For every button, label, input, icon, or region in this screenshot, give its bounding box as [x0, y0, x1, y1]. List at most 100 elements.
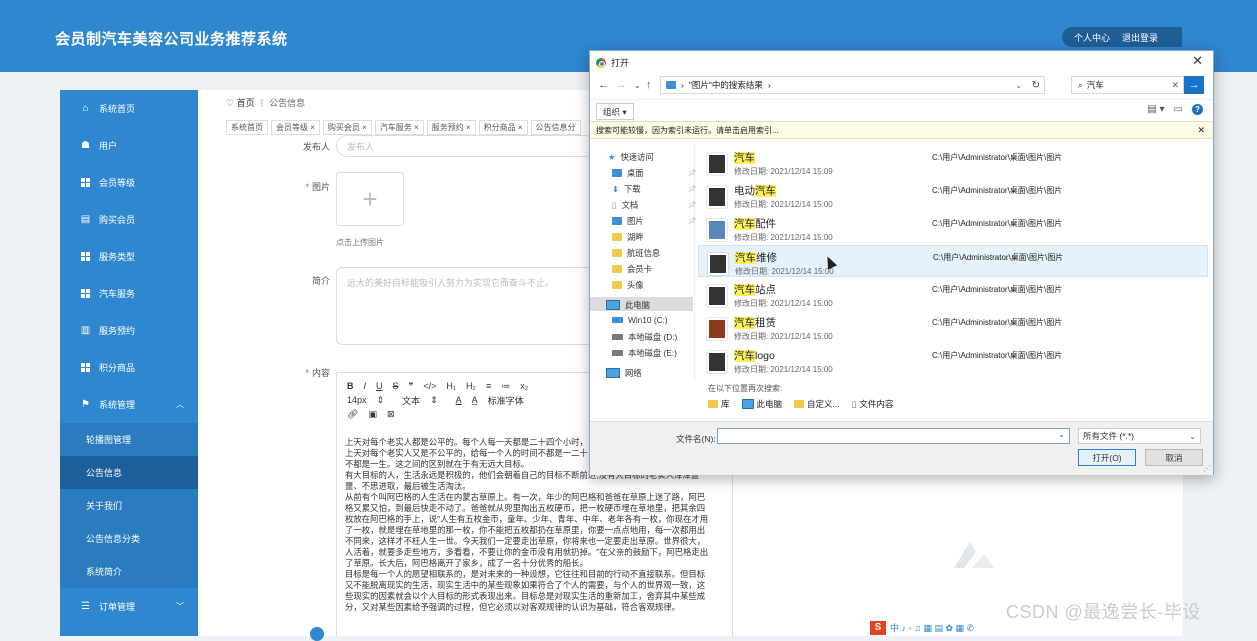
- sidebar-sub-notice[interactable]: 公告信息: [60, 456, 198, 489]
- list-item[interactable]: 汽车logo 修改日期: 2021/12/14 15:00 C:\用户\Admi…: [698, 344, 1208, 376]
- sidebar-item-car-service[interactable]: 汽车服务: [60, 275, 198, 312]
- tree-network[interactable]: 网络: [606, 367, 642, 379]
- font-family-select[interactable]: 标准字体: [488, 394, 524, 407]
- preview-pane-icon[interactable]: ▭: [1174, 104, 1183, 115]
- sidebar-item-service-type[interactable]: 服务类型: [60, 238, 198, 275]
- text-style-select[interactable]: 文本: [402, 394, 420, 407]
- tree-downloads[interactable]: ⬇ 下载 📌︎: [612, 183, 697, 195]
- font-size-select[interactable]: 14px: [347, 395, 367, 405]
- view-options-icon[interactable]: ▤ ▾: [1147, 104, 1164, 115]
- tree-pictures[interactable]: 图片 📌︎: [612, 215, 697, 227]
- list-item[interactable]: 汽车维修 修改日期: 2021/12/14 15:00 C:\用户\Admini…: [698, 245, 1208, 277]
- list-item[interactable]: 汽车站点 修改日期: 2021/12/14 15:00 C:\用户\Admini…: [698, 278, 1208, 310]
- filetype-select[interactable]: 所有文件 (*.*) ⌄: [1078, 428, 1201, 444]
- search-custom-link[interactable]: 自定义...: [794, 398, 840, 410]
- sidebar-item-points-goods[interactable]: 积分商品: [60, 349, 198, 386]
- filename-input[interactable]: ⌄: [717, 428, 1070, 444]
- grid-icon: [80, 177, 91, 188]
- help-icon[interactable]: ?: [1192, 104, 1203, 115]
- sidebar-sub-intro[interactable]: 系统简介: [60, 555, 198, 588]
- search-content-link[interactable]: ▯ 文件内容: [852, 398, 894, 410]
- bg-color-button[interactable]: A̲: [472, 395, 478, 405]
- sidebar-sub-notice-category[interactable]: 公告信息分类: [60, 522, 198, 555]
- cancel-button[interactable]: 取消: [1145, 449, 1203, 466]
- tree-desktop[interactable]: 桌面 📌︎: [612, 167, 697, 179]
- sidebar-item-home[interactable]: ⌂ 系统首页: [60, 90, 198, 127]
- chevron-down-icon[interactable]: ⌄: [1058, 430, 1065, 439]
- back-arrow-icon[interactable]: ←: [598, 79, 609, 91]
- tree-drive-c[interactable]: Win10 (C:): [612, 315, 668, 325]
- tree-this-pc[interactable]: 此电脑: [606, 299, 650, 311]
- h2-button[interactable]: H₂: [466, 381, 476, 391]
- image-icon[interactable]: ▣: [368, 409, 377, 420]
- tag-car-service[interactable]: 汽车服务 ×: [374, 120, 424, 135]
- sidebar-item-buy-member[interactable]: ▤ 购买会员: [60, 201, 198, 238]
- recent-dropdown-icon[interactable]: ⌄: [634, 81, 641, 90]
- tree-folder-2[interactable]: 航班信息: [612, 247, 660, 259]
- scroll-indicator[interactable]: [310, 627, 324, 641]
- sidebar-item-user[interactable]: ☗ 用户: [60, 127, 198, 164]
- tree-folder-3[interactable]: 会员卡: [612, 263, 652, 275]
- ordered-list-button[interactable]: ≡: [486, 381, 491, 391]
- tree-folder-4[interactable]: 头像: [612, 279, 644, 291]
- tag-member-level[interactable]: 会员等级 ×: [271, 120, 320, 135]
- address-dropdown-icon[interactable]: ⌄: [1015, 81, 1022, 90]
- forward-arrow-icon[interactable]: →: [616, 79, 627, 91]
- resize-grip-icon[interactable]: ⋰: [1203, 464, 1211, 473]
- search-input[interactable]: ⌕ 汽车 ✕: [1071, 76, 1184, 94]
- tree-drive-e[interactable]: 本地磁盘 (E:): [612, 347, 677, 359]
- tree-quick-access[interactable]: ★ 快速访问: [608, 151, 654, 163]
- code-button[interactable]: </>: [423, 381, 436, 391]
- list-item[interactable]: 汽车租赁 修改日期: 2021/12/14 15:00 C:\用户\Admini…: [698, 311, 1208, 343]
- file-path: C:\用户\Administrator\桌面\图片\图片: [932, 219, 1063, 228]
- tag-buy-member[interactable]: 购买会员 ×: [322, 120, 372, 135]
- italic-button[interactable]: I: [364, 381, 367, 391]
- open-button[interactable]: 打开(O): [1078, 449, 1136, 466]
- search-go-button[interactable]: →: [1184, 76, 1204, 94]
- tree-documents[interactable]: ▯ 文档 📌︎: [612, 199, 697, 211]
- clean-format-icon[interactable]: ⊠: [387, 409, 395, 420]
- quote-button[interactable]: ❞: [409, 381, 414, 392]
- underline-button[interactable]: U: [376, 381, 383, 391]
- address-bar[interactable]: › "图片"中的搜索结果 › ⌄ ↻: [660, 76, 1045, 94]
- sidebar-sub-about[interactable]: 关于我们: [60, 489, 198, 522]
- h1-button[interactable]: H₁: [446, 381, 456, 391]
- close-icon[interactable]: ✕: [1192, 53, 1203, 69]
- tree-drive-d[interactable]: 本地磁盘 (D:): [612, 331, 677, 343]
- subscript-button[interactable]: x₂: [520, 381, 528, 391]
- intro-textarea[interactable]: 远大的美好目标能吸引人努力为实现它而奋斗不止。: [336, 267, 596, 345]
- tag-points-goods[interactable]: 积分商品 ×: [478, 120, 528, 135]
- list-item[interactable]: 汽车配件 修改日期: 2021/12/14 15:00 C:\用户\Admini…: [698, 212, 1208, 244]
- organize-button[interactable]: 组织 ▾: [596, 103, 634, 120]
- link-icon[interactable]: 🔗︎: [347, 409, 358, 420]
- tag-home[interactable]: 系统首页: [226, 120, 268, 135]
- breadcrumb-home[interactable]: ♡ 首页: [226, 96, 255, 109]
- sidebar-item-member-level[interactable]: 会员等级: [60, 164, 198, 201]
- tree-folder-1[interactable]: 湖畔: [612, 231, 644, 243]
- sidebar-sub-carousel[interactable]: 轮播图管理: [60, 423, 198, 456]
- sidebar-item-orders[interactable]: ☰ 订单管理 ﹀: [60, 588, 198, 625]
- list-item[interactable]: 电动汽车 修改日期: 2021/12/14 15:00 C:\用户\Admini…: [698, 179, 1208, 211]
- publisher-input[interactable]: 发布人: [336, 135, 596, 157]
- profile-link[interactable]: 个人中心: [1062, 31, 1116, 44]
- logout-link[interactable]: 退出登录: [1116, 31, 1164, 44]
- font-color-button[interactable]: A: [456, 395, 462, 405]
- bullet-list-button[interactable]: ≔: [501, 381, 510, 392]
- tag-notice[interactable]: 公告信息分: [530, 120, 581, 135]
- folder-icon: [612, 265, 622, 273]
- search-library-link[interactable]: 库: [708, 398, 730, 410]
- bold-button[interactable]: B: [347, 381, 354, 391]
- index-info-bar[interactable]: 搜索可能较慢，因为索引未运行。请单击启用索引... ✕: [590, 121, 1213, 139]
- strike-button[interactable]: S: [393, 381, 399, 391]
- tag-appointment[interactable]: 服务预约 ×: [426, 120, 476, 135]
- search-this-pc-link[interactable]: 此电脑: [741, 398, 782, 410]
- refresh-icon[interactable]: ↻: [1032, 80, 1040, 91]
- file-name: 电动汽车: [734, 185, 776, 197]
- sidebar-item-system-admin[interactable]: ⚑ 系统管理 ︿: [60, 386, 198, 423]
- up-arrow-icon[interactable]: ↑: [646, 79, 652, 91]
- sidebar-item-appointment[interactable]: ▥ 服务预约: [60, 312, 198, 349]
- close-infobar-icon[interactable]: ✕: [1197, 125, 1205, 136]
- clear-search-icon[interactable]: ✕: [1171, 80, 1179, 91]
- list-item[interactable]: 汽车 修改日期: 2021/12/14 15:09 C:\用户\Administ…: [698, 146, 1208, 178]
- upload-image-button[interactable]: +: [336, 172, 404, 226]
